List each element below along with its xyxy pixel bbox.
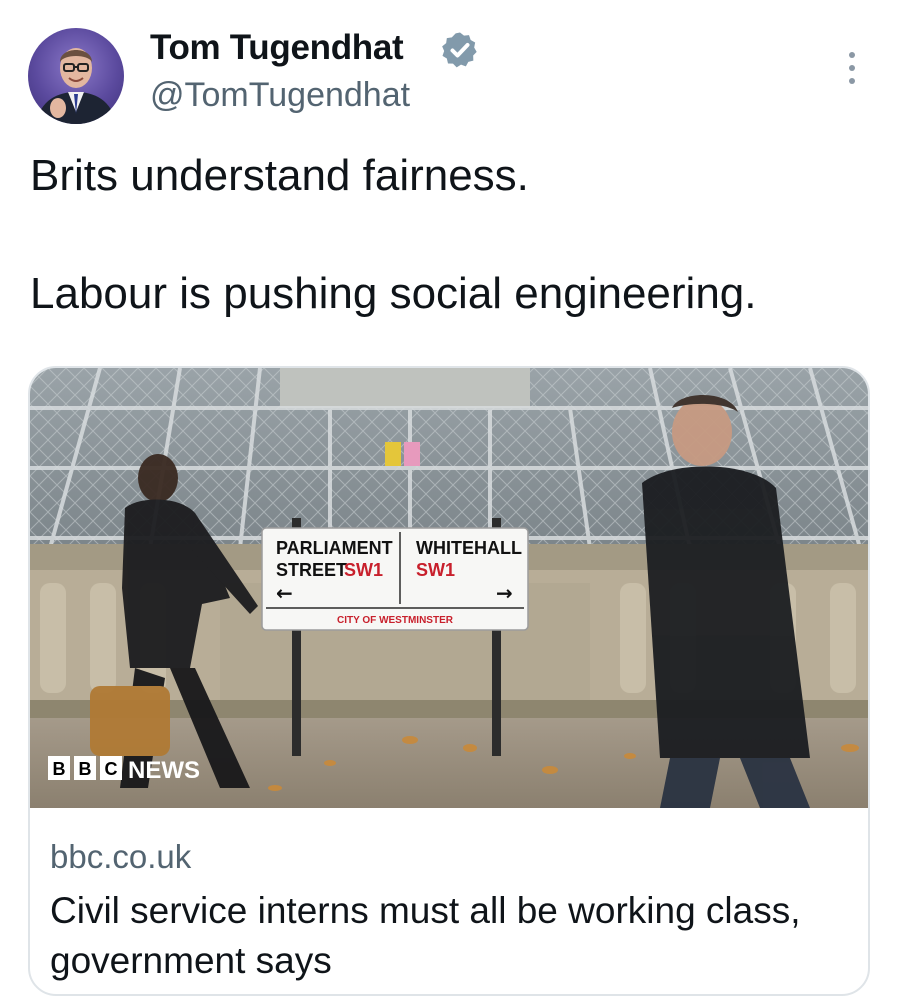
sign-text: WHITEHALL (416, 538, 522, 558)
link-preview-card[interactable]: PARLIAMENT STREET SW1 WHITEHALL SW1 ← → … (28, 366, 870, 996)
bbc-logo-block: C (105, 759, 118, 779)
avatar-portrait-icon (36, 48, 116, 124)
street-sign: PARLIAMENT STREET SW1 WHITEHALL SW1 ← → … (261, 527, 529, 631)
tweet-header: Tom Tugendhat @TomTugendhat (0, 0, 898, 130)
sign-text: SW1 (416, 560, 455, 580)
sign-text: SW1 (344, 560, 383, 580)
sign-footer: CITY OF WESTMINSTER (337, 615, 454, 626)
author-handle[interactable]: @TomTugendhat (150, 76, 410, 115)
author-name[interactable]: Tom Tugendhat (150, 28, 404, 68)
tweet-text-line: Labour is pushing social engineering. (30, 269, 757, 318)
verified-badge-icon (442, 32, 477, 68)
more-vertical-icon (849, 65, 855, 71)
more-vertical-icon (849, 78, 855, 84)
sign-text: STREET (276, 560, 347, 580)
arrow-left-icon: ← (276, 581, 293, 605)
tweet-text-line: Brits understand fairness. (30, 151, 529, 200)
card-image[interactable]: PARLIAMENT STREET SW1 WHITEHALL SW1 ← → … (30, 368, 870, 808)
bbc-logo-block: B (53, 759, 66, 779)
bbc-news-word: NEWS (128, 757, 200, 784)
avatar[interactable] (28, 28, 124, 124)
more-vertical-icon (849, 52, 855, 58)
arrow-right-icon: → (496, 581, 513, 605)
sign-text: PARLIAMENT (276, 538, 393, 558)
bbc-logo-block: B (79, 759, 92, 779)
card-title[interactable]: Civil service interns must all be workin… (50, 886, 860, 986)
more-options-button[interactable] (838, 50, 866, 86)
card-domain[interactable]: bbc.co.uk (50, 838, 191, 876)
